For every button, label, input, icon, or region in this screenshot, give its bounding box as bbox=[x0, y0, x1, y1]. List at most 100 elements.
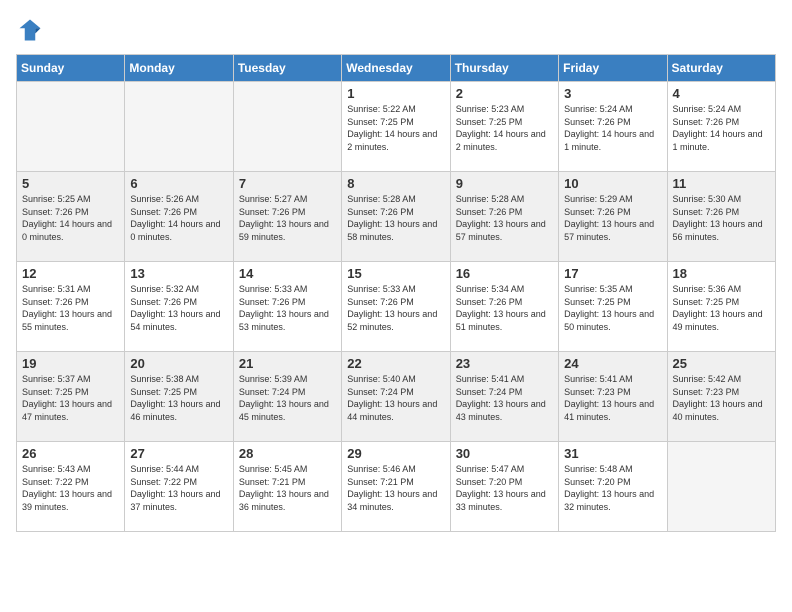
calendar-day: 20 Sunrise: 5:38 AM Sunset: 7:25 PM Dayli… bbox=[125, 352, 233, 442]
day-number: 18 bbox=[673, 266, 770, 281]
calendar-week-5: 26 Sunrise: 5:43 AM Sunset: 7:22 PM Dayli… bbox=[17, 442, 776, 532]
day-info: Sunrise: 5:30 AM Sunset: 7:26 PM Dayligh… bbox=[673, 193, 770, 243]
day-number: 28 bbox=[239, 446, 336, 461]
calendar-day: 27 Sunrise: 5:44 AM Sunset: 7:22 PM Dayli… bbox=[125, 442, 233, 532]
day-number: 13 bbox=[130, 266, 227, 281]
calendar-day: 9 Sunrise: 5:28 AM Sunset: 7:26 PM Daylig… bbox=[450, 172, 558, 262]
calendar-day bbox=[667, 442, 775, 532]
day-info: Sunrise: 5:35 AM Sunset: 7:25 PM Dayligh… bbox=[564, 283, 661, 333]
calendar-day: 31 Sunrise: 5:48 AM Sunset: 7:20 PM Dayli… bbox=[559, 442, 667, 532]
header-friday: Friday bbox=[559, 55, 667, 82]
header-monday: Monday bbox=[125, 55, 233, 82]
day-number: 9 bbox=[456, 176, 553, 191]
day-number: 26 bbox=[22, 446, 119, 461]
day-info: Sunrise: 5:34 AM Sunset: 7:26 PM Dayligh… bbox=[456, 283, 553, 333]
calendar-day bbox=[17, 82, 125, 172]
day-number: 16 bbox=[456, 266, 553, 281]
calendar-day: 19 Sunrise: 5:37 AM Sunset: 7:25 PM Dayli… bbox=[17, 352, 125, 442]
calendar-day: 5 Sunrise: 5:25 AM Sunset: 7:26 PM Daylig… bbox=[17, 172, 125, 262]
day-number: 20 bbox=[130, 356, 227, 371]
calendar-day: 15 Sunrise: 5:33 AM Sunset: 7:26 PM Dayli… bbox=[342, 262, 450, 352]
day-number: 14 bbox=[239, 266, 336, 281]
day-info: Sunrise: 5:25 AM Sunset: 7:26 PM Dayligh… bbox=[22, 193, 119, 243]
day-number: 2 bbox=[456, 86, 553, 101]
day-number: 1 bbox=[347, 86, 444, 101]
day-info: Sunrise: 5:27 AM Sunset: 7:26 PM Dayligh… bbox=[239, 193, 336, 243]
day-number: 3 bbox=[564, 86, 661, 101]
calendar-day: 12 Sunrise: 5:31 AM Sunset: 7:26 PM Dayli… bbox=[17, 262, 125, 352]
day-info: Sunrise: 5:33 AM Sunset: 7:26 PM Dayligh… bbox=[239, 283, 336, 333]
day-info: Sunrise: 5:47 AM Sunset: 7:20 PM Dayligh… bbox=[456, 463, 553, 513]
calendar-day: 17Sunrise: 5:35 AM Sunset: 7:25 PM Dayli… bbox=[559, 262, 667, 352]
day-info: Sunrise: 5:41 AM Sunset: 7:24 PM Dayligh… bbox=[456, 373, 553, 423]
calendar-day: 28 Sunrise: 5:45 AM Sunset: 7:21 PM Dayli… bbox=[233, 442, 341, 532]
calendar-day: 13 Sunrise: 5:32 AM Sunset: 7:26 PM Dayli… bbox=[125, 262, 233, 352]
day-info: Sunrise: 5:45 AM Sunset: 7:21 PM Dayligh… bbox=[239, 463, 336, 513]
calendar-day: 30 Sunrise: 5:47 AM Sunset: 7:20 PM Dayli… bbox=[450, 442, 558, 532]
calendar-day: 6Sunrise: 5:26 AM Sunset: 7:26 PM Daylig… bbox=[125, 172, 233, 262]
calendar-day: 1 Sunrise: 5:22 AM Sunset: 7:25 PM Daylig… bbox=[342, 82, 450, 172]
calendar-day: 22Sunrise: 5:40 AM Sunset: 7:24 PM Dayli… bbox=[342, 352, 450, 442]
day-info: Sunrise: 5:24 AM Sunset: 7:26 PM Dayligh… bbox=[564, 103, 661, 153]
calendar-day: 10Sunrise: 5:29 AM Sunset: 7:26 PM Dayli… bbox=[559, 172, 667, 262]
day-info: Sunrise: 5:33 AM Sunset: 7:26 PM Dayligh… bbox=[347, 283, 444, 333]
calendar-day: 23 Sunrise: 5:41 AM Sunset: 7:24 PM Dayli… bbox=[450, 352, 558, 442]
day-number: 8 bbox=[347, 176, 444, 191]
header-wednesday: Wednesday bbox=[342, 55, 450, 82]
day-info: Sunrise: 5:37 AM Sunset: 7:25 PM Dayligh… bbox=[22, 373, 119, 423]
calendar-day: 7 Sunrise: 5:27 AM Sunset: 7:26 PM Daylig… bbox=[233, 172, 341, 262]
day-number: 23 bbox=[456, 356, 553, 371]
day-number: 5 bbox=[22, 176, 119, 191]
day-info: Sunrise: 5:41 AM Sunset: 7:23 PM Dayligh… bbox=[564, 373, 661, 423]
logo bbox=[16, 16, 48, 44]
day-number: 25 bbox=[673, 356, 770, 371]
day-info: Sunrise: 5:32 AM Sunset: 7:26 PM Dayligh… bbox=[130, 283, 227, 333]
calendar-week-3: 12 Sunrise: 5:31 AM Sunset: 7:26 PM Dayli… bbox=[17, 262, 776, 352]
calendar-day: 2 Sunrise: 5:23 AM Sunset: 7:25 PM Daylig… bbox=[450, 82, 558, 172]
calendar-day: 11 Sunrise: 5:30 AM Sunset: 7:26 PM Dayli… bbox=[667, 172, 775, 262]
page-header bbox=[16, 16, 776, 44]
logo-icon bbox=[16, 16, 44, 44]
day-number: 21 bbox=[239, 356, 336, 371]
calendar-day: 21 Sunrise: 5:39 AM Sunset: 7:24 PM Dayli… bbox=[233, 352, 341, 442]
day-number: 7 bbox=[239, 176, 336, 191]
day-number: 11 bbox=[673, 176, 770, 191]
day-info: Sunrise: 5:40 AM Sunset: 7:24 PM Dayligh… bbox=[347, 373, 444, 423]
day-number: 12 bbox=[22, 266, 119, 281]
day-info: Sunrise: 5:48 AM Sunset: 7:20 PM Dayligh… bbox=[564, 463, 661, 513]
day-number: 6 bbox=[130, 176, 227, 191]
calendar-week-2: 5 Sunrise: 5:25 AM Sunset: 7:26 PM Daylig… bbox=[17, 172, 776, 262]
day-number: 10 bbox=[564, 176, 661, 191]
day-number: 27 bbox=[130, 446, 227, 461]
calendar-day: 16 Sunrise: 5:34 AM Sunset: 7:26 PM Dayli… bbox=[450, 262, 558, 352]
calendar-day: 8 Sunrise: 5:28 AM Sunset: 7:26 PM Daylig… bbox=[342, 172, 450, 262]
day-number: 30 bbox=[456, 446, 553, 461]
day-number: 15 bbox=[347, 266, 444, 281]
day-info: Sunrise: 5:28 AM Sunset: 7:26 PM Dayligh… bbox=[347, 193, 444, 243]
day-number: 24 bbox=[564, 356, 661, 371]
day-info: Sunrise: 5:43 AM Sunset: 7:22 PM Dayligh… bbox=[22, 463, 119, 513]
day-info: Sunrise: 5:23 AM Sunset: 7:25 PM Dayligh… bbox=[456, 103, 553, 153]
day-info: Sunrise: 5:22 AM Sunset: 7:25 PM Dayligh… bbox=[347, 103, 444, 153]
calendar-day: 24 Sunrise: 5:41 AM Sunset: 7:23 PM Dayli… bbox=[559, 352, 667, 442]
day-info: Sunrise: 5:28 AM Sunset: 7:26 PM Dayligh… bbox=[456, 193, 553, 243]
calendar-day bbox=[125, 82, 233, 172]
day-info: Sunrise: 5:31 AM Sunset: 7:26 PM Dayligh… bbox=[22, 283, 119, 333]
day-info: Sunrise: 5:24 AM Sunset: 7:26 PM Dayligh… bbox=[673, 103, 770, 153]
header-tuesday: Tuesday bbox=[233, 55, 341, 82]
day-info: Sunrise: 5:42 AM Sunset: 7:23 PM Dayligh… bbox=[673, 373, 770, 423]
calendar-day bbox=[233, 82, 341, 172]
calendar-day: 25 Sunrise: 5:42 AM Sunset: 7:23 PM Dayli… bbox=[667, 352, 775, 442]
day-info: Sunrise: 5:46 AM Sunset: 7:21 PM Dayligh… bbox=[347, 463, 444, 513]
day-info: Sunrise: 5:38 AM Sunset: 7:25 PM Dayligh… bbox=[130, 373, 227, 423]
calendar-day: 4 Sunrise: 5:24 AM Sunset: 7:26 PM Daylig… bbox=[667, 82, 775, 172]
day-info: Sunrise: 5:39 AM Sunset: 7:24 PM Dayligh… bbox=[239, 373, 336, 423]
day-info: Sunrise: 5:36 AM Sunset: 7:25 PM Dayligh… bbox=[673, 283, 770, 333]
calendar-week-1: 1 Sunrise: 5:22 AM Sunset: 7:25 PM Daylig… bbox=[17, 82, 776, 172]
day-info: Sunrise: 5:44 AM Sunset: 7:22 PM Dayligh… bbox=[130, 463, 227, 513]
day-number: 19 bbox=[22, 356, 119, 371]
calendar-week-4: 19 Sunrise: 5:37 AM Sunset: 7:25 PM Dayli… bbox=[17, 352, 776, 442]
day-number: 31 bbox=[564, 446, 661, 461]
calendar-day: 26 Sunrise: 5:43 AM Sunset: 7:22 PM Dayli… bbox=[17, 442, 125, 532]
day-number: 4 bbox=[673, 86, 770, 101]
